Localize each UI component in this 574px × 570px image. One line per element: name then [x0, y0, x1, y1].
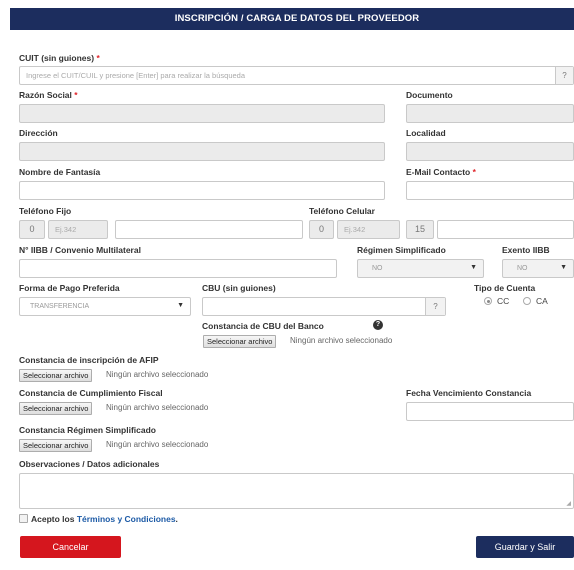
chevron-down-icon: ▼: [560, 264, 567, 271]
regimen-simplificado-select[interactable]: NO ▼: [357, 259, 484, 278]
constancia-afip-label: Constancia de inscripción de AFIP: [19, 355, 159, 365]
constancia-fiscal-label: Constancia de Cumplimiento Fiscal: [19, 388, 163, 398]
constancia-regimen-label: Constancia Régimen Simplificado: [19, 425, 156, 435]
terminos-link[interactable]: Términos y Condiciones: [77, 514, 176, 524]
exento-iibb-select[interactable]: NO ▼: [502, 259, 574, 278]
tipo-cuenta-label: Tipo de Cuenta: [474, 283, 536, 293]
telefono-celular-label: Teléfono Celular: [309, 206, 375, 216]
observaciones-label: Observaciones / Datos adicionales: [19, 459, 160, 469]
constancia-afip-file-button[interactable]: Seleccionar archivo: [19, 369, 93, 382]
email-label: E-Mail Contacto *: [406, 167, 476, 177]
save-and-exit-button[interactable]: Guardar y Salir: [476, 536, 574, 558]
question-circle-icon: ?: [373, 320, 383, 330]
constancia-fiscal-file-status: Ningún archivo seleccionado: [106, 403, 209, 412]
nombre-fantasia-label: Nombre de Fantasía: [19, 167, 101, 177]
telefono-fijo-prefix: 0: [19, 220, 45, 239]
cbu-label: CBU (sin guiones): [202, 283, 276, 293]
form-header: INSCRIPCIÓN / CARGA DE DATOS DEL PROVEED…: [10, 8, 574, 30]
direccion-input: [19, 142, 385, 161]
nombre-fantasia-input[interactable]: [19, 181, 385, 200]
email-input[interactable]: [406, 181, 574, 200]
observaciones-textarea[interactable]: ◢: [19, 473, 574, 509]
razon-social-label: Razón Social *: [19, 90, 78, 100]
cuit-placeholder: Ingrese el CUIT/CUIL y presione [Enter] …: [26, 71, 245, 80]
fecha-vencimiento-label: Fecha Vencimiento Constancia: [406, 388, 532, 398]
telefono-fijo-area-input[interactable]: Ej.342: [48, 220, 108, 239]
cuit-input[interactable]: Ingrese el CUIT/CUIL y presione [Enter] …: [19, 66, 574, 85]
localidad-label: Localidad: [406, 128, 446, 138]
documento-label: Documento: [406, 90, 453, 100]
iibb-label: N° IIBB / Convenio Multilateral: [19, 245, 141, 255]
cuit-help-button[interactable]: ?: [555, 67, 573, 84]
telefono-celular-number-input[interactable]: [437, 220, 574, 239]
telefono-celular-prefix: 0: [309, 220, 334, 239]
documento-input: [406, 104, 574, 123]
constancia-afip-file-status: Ningún archivo seleccionado: [106, 370, 209, 379]
tipo-cuenta-ca-label: CA: [536, 296, 548, 306]
constancia-cbu-file-status: Ningún archivo seleccionado: [290, 336, 393, 345]
chevron-down-icon: ▼: [177, 302, 184, 309]
razon-social-input: [19, 104, 385, 123]
cbu-help-button[interactable]: ?: [425, 298, 445, 315]
direccion-label: Dirección: [19, 128, 58, 138]
forma-pago-select[interactable]: TRANSFERENCIA ▼: [19, 297, 191, 316]
localidad-input: [406, 142, 574, 161]
cuit-label: CUIT (sin guiones) *: [19, 53, 100, 63]
chevron-down-icon: ▼: [470, 264, 477, 271]
iibb-input[interactable]: [19, 259, 337, 278]
constancia-regimen-file-button[interactable]: Seleccionar archivo: [19, 439, 93, 452]
telefono-celular-area-input[interactable]: Ej.342: [337, 220, 400, 239]
cancel-button[interactable]: Cancelar: [20, 536, 121, 558]
forma-pago-label: Forma de Pago Preferida: [19, 283, 120, 293]
exento-iibb-label: Exento IIBB: [502, 245, 550, 255]
terminos-label: Acepto los Términos y Condiciones.: [31, 514, 178, 524]
terminos-checkbox[interactable]: [19, 514, 28, 523]
constancia-fiscal-file-button[interactable]: Seleccionar archivo: [19, 402, 93, 415]
constancia-regimen-file-status: Ningún archivo seleccionado: [106, 440, 209, 449]
regimen-simplificado-label: Régimen Simplificado: [357, 245, 446, 255]
telefono-celular-15: 15: [406, 220, 434, 239]
constancia-cbu-file-button[interactable]: Seleccionar archivo: [203, 335, 277, 348]
fecha-vencimiento-input[interactable]: [406, 402, 574, 421]
tipo-cuenta-cc-radio[interactable]: [484, 297, 492, 305]
tipo-cuenta-ca-radio[interactable]: [523, 297, 531, 305]
tipo-cuenta-cc-label: CC: [497, 296, 510, 306]
telefono-fijo-number-input[interactable]: [115, 220, 303, 239]
constancia-cbu-label: Constancia de CBU del Banco: [202, 321, 324, 331]
resize-handle-icon[interactable]: ◢: [566, 500, 571, 507]
telefono-fijo-label: Teléfono Fijo: [19, 206, 72, 216]
cbu-input[interactable]: ?: [202, 297, 446, 316]
